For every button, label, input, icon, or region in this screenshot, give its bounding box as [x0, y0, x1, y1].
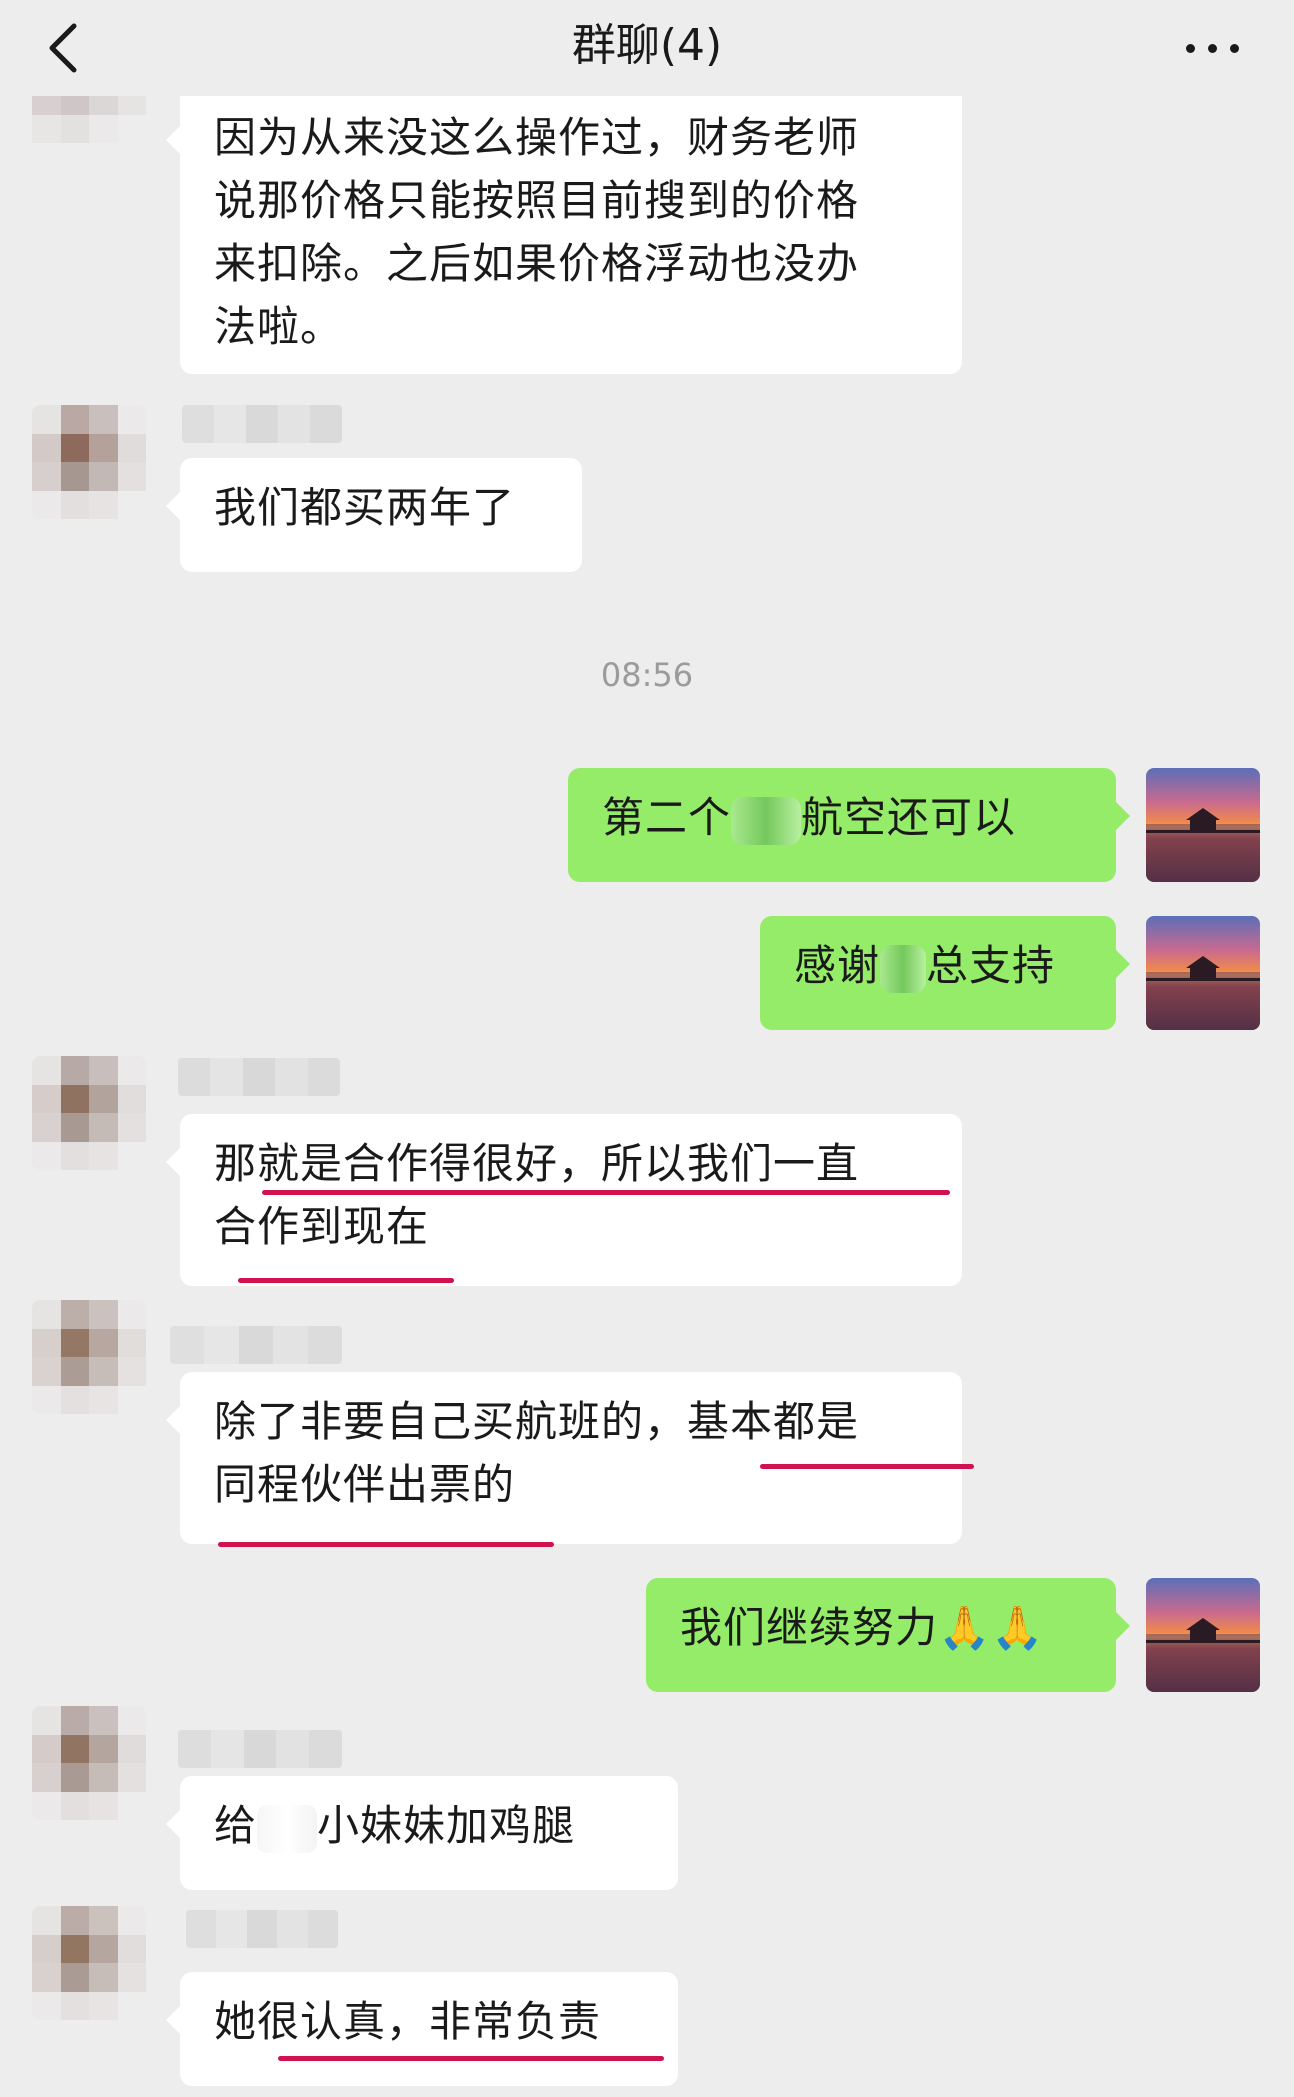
self-avatar[interactable]: [1146, 768, 1260, 882]
palace-sunset-icon: [1146, 1618, 1260, 1692]
message-text: 给: [214, 1801, 258, 1850]
message-bubble[interactable]: 我们都买两年了: [166, 458, 582, 572]
red-underline: [760, 1464, 974, 1469]
palace-sunset-icon: [1146, 808, 1260, 882]
red-underline: [238, 1278, 454, 1283]
sender-name-redacted: [170, 1326, 342, 1364]
redacted-text: [257, 1804, 318, 1853]
message-line: 因为从来没这么操作过，财务老师: [214, 113, 860, 162]
message-line: 说那价格只能按照目前搜到的价格: [214, 176, 860, 225]
sender-name-redacted: [178, 1730, 342, 1768]
sender-name-redacted: [182, 405, 342, 443]
more-dots-icon[interactable]: [1184, 30, 1244, 66]
message-line: 同程伙伴出票的: [214, 1460, 516, 1509]
avatar[interactable]: [32, 405, 146, 519]
message-line: 我们都买两年了: [214, 483, 516, 532]
message-bubble[interactable]: 她很认真，非常负责: [166, 1972, 678, 2086]
redacted-text: [880, 944, 927, 993]
avatar[interactable]: [32, 1706, 146, 1820]
self-message-bubble[interactable]: 第二个 航空还可以: [568, 768, 1130, 882]
message-text: 我们继续努力: [680, 1603, 939, 1652]
red-underline: [218, 1542, 554, 1547]
message-line: 除了非要自己买航班的，基本都是: [214, 1397, 860, 1446]
sender-name-redacted: [186, 1910, 338, 1948]
avatar[interactable]: [32, 1300, 146, 1414]
message-line: 那就是合作得很好，所以我们一直: [214, 1139, 860, 1188]
timestamp: 08:56: [600, 656, 694, 694]
red-underline: [278, 2056, 664, 2061]
message-bubble[interactable]: 除了非要自己买航班的，基本都是 同程伙伴出票的: [166, 1372, 962, 1544]
message-line: 她很认真，非常负责: [214, 1997, 602, 2046]
message-line: 来扣除。之后如果价格浮动也没办: [214, 239, 860, 288]
self-avatar[interactable]: [1146, 916, 1260, 1030]
avatar[interactable]: [32, 1056, 146, 1170]
message-text: 第二个: [602, 793, 732, 842]
message-line: 合作到现在: [214, 1202, 430, 1251]
self-message-bubble[interactable]: 我们继续努力🙏🙏: [646, 1578, 1130, 1692]
message-text: 总支持: [926, 941, 1056, 990]
message-text: 感谢: [794, 941, 881, 990]
chat-title: 群聊(4): [571, 20, 723, 71]
red-underline: [262, 1190, 950, 1195]
chat-header: 群聊(4): [0, 0, 1294, 96]
self-avatar[interactable]: [1146, 1578, 1260, 1692]
avatar[interactable]: [32, 1906, 146, 2020]
message-text: 小妹妹加鸡腿: [317, 1801, 576, 1850]
redacted-text: [731, 796, 802, 845]
palace-sunset-icon: [1146, 956, 1260, 1030]
pray-hands-icon: 🙏🙏: [938, 1603, 1045, 1652]
message-bubble[interactable]: 给 小妹妹加鸡腿: [166, 1776, 678, 1890]
message-bubble[interactable]: 因为从来没这么操作过，财务老师 说那价格只能按照目前搜到的价格 来扣除。之后如果…: [166, 92, 962, 374]
sender-name-redacted: [178, 1058, 340, 1096]
message-bubble[interactable]: 那就是合作得很好，所以我们一直 合作到现在: [166, 1114, 962, 1286]
message-text: 航空还可以: [801, 793, 1017, 842]
message-line: 法啦。: [214, 302, 344, 351]
self-message-bubble[interactable]: 感谢 总支持: [760, 916, 1130, 1030]
